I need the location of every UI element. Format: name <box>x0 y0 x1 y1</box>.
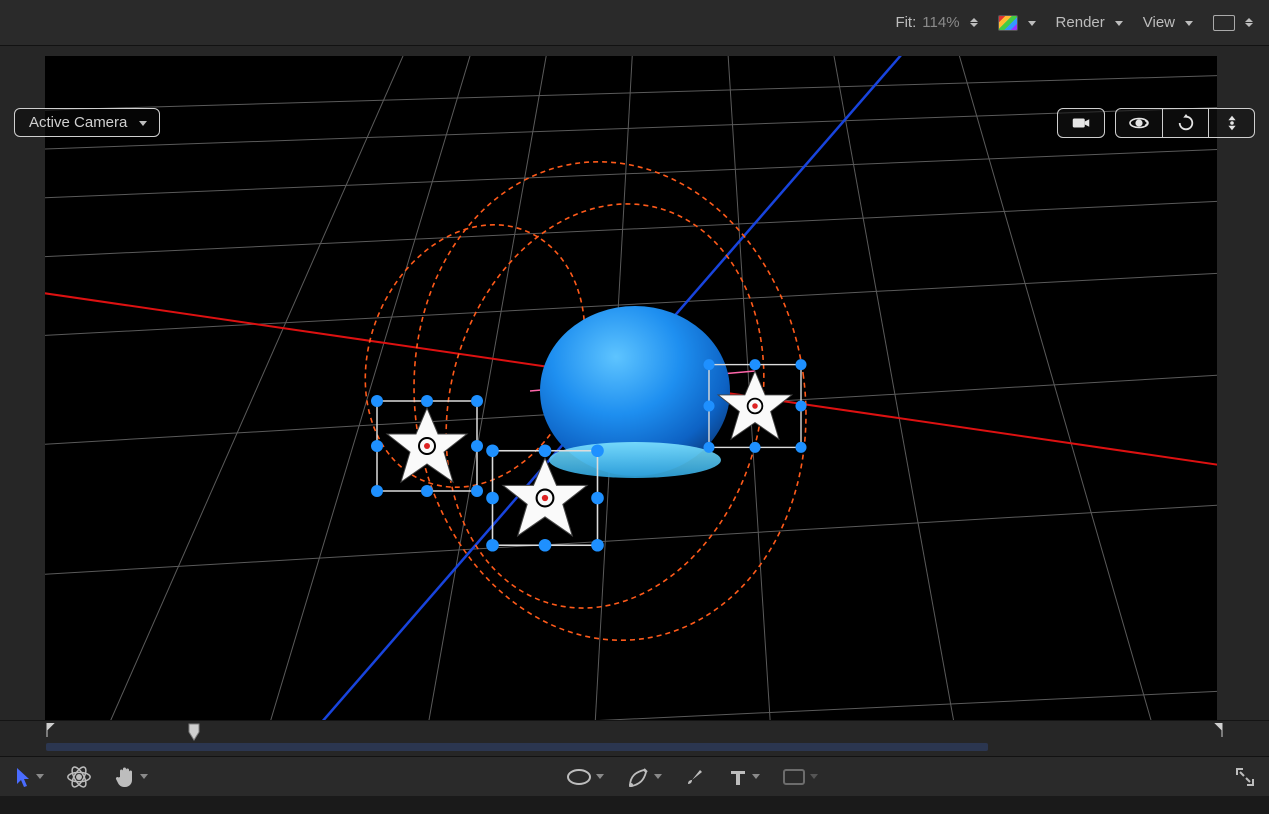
fit-value: 114% <box>922 14 959 31</box>
orbit-tool-button[interactable] <box>1116 109 1162 137</box>
3d-view-tools <box>1057 108 1255 138</box>
3d-transform-tool[interactable] <box>66 766 92 788</box>
frame-camera-button[interactable] <box>1057 108 1105 138</box>
chevron-down-icon <box>596 774 604 779</box>
timeline-clip-bar[interactable] <box>46 743 988 751</box>
chevron-down-icon <box>654 774 662 779</box>
chevron-down-icon <box>752 774 760 779</box>
channel-color-menu[interactable] <box>998 14 1036 31</box>
fullscreen-button[interactable] <box>1235 767 1255 787</box>
scene-render <box>45 56 1217 744</box>
pen-tool[interactable] <box>626 766 662 788</box>
chevron-down-icon <box>1024 14 1036 31</box>
3d-navigation-group <box>1115 108 1255 138</box>
stepper-icon <box>970 18 978 27</box>
viewer-area: Active Camera <box>0 46 1269 756</box>
view-label: View <box>1143 14 1175 31</box>
chevron-down-icon <box>36 774 44 779</box>
orbit-icon <box>1128 114 1150 132</box>
view-menu[interactable]: View <box>1143 14 1193 31</box>
dolly-tool-button[interactable] <box>1208 109 1254 137</box>
chevron-down-icon <box>140 774 148 779</box>
select-tool[interactable] <box>14 766 44 788</box>
shape-tool[interactable] <box>566 768 604 786</box>
background-color-control[interactable] <box>1213 15 1253 31</box>
camera-view-menu[interactable]: Active Camera <box>14 108 160 137</box>
pen-icon <box>626 766 650 788</box>
fit-zoom-control[interactable]: Fit: 114% <box>895 14 977 31</box>
render-menu[interactable]: Render <box>1056 14 1123 31</box>
chevron-down-icon <box>135 114 147 131</box>
paint-stroke-tool[interactable] <box>684 766 706 788</box>
vertical-arrows-icon <box>1224 114 1240 132</box>
stepper-icon <box>1245 18 1253 27</box>
expand-icon <box>1235 767 1255 787</box>
mask-tool[interactable] <box>782 768 818 786</box>
chevron-down-icon <box>1181 14 1193 31</box>
rainbow-swatch-icon <box>998 15 1018 31</box>
fit-label: Fit: <box>895 14 916 31</box>
pan-canvas-tool[interactable] <box>114 766 148 788</box>
mini-timeline[interactable] <box>0 720 1269 756</box>
canvas-3d-viewport[interactable] <box>45 56 1217 744</box>
pointer-icon <box>14 766 32 788</box>
pan-tool-button[interactable] <box>1162 109 1208 137</box>
text-tool[interactable] <box>728 767 760 787</box>
brush-icon <box>684 766 706 788</box>
camera-icon <box>1072 116 1090 130</box>
ellipse-icon <box>566 768 592 786</box>
timeline-track[interactable] <box>46 721 1223 756</box>
bg-swatch-icon <box>1213 15 1235 31</box>
chevron-down-icon <box>1111 14 1123 31</box>
render-label: Render <box>1056 14 1105 31</box>
camera-view-label: Active Camera <box>29 114 127 131</box>
text-icon <box>728 767 748 787</box>
hand-icon <box>114 766 136 788</box>
rotate-arrow-icon <box>1176 114 1196 132</box>
canvas-toolbar <box>0 756 1269 796</box>
atom-icon <box>66 766 92 788</box>
chevron-down-icon <box>810 774 818 779</box>
viewer-options-bar: Fit: 114% Render View <box>0 0 1269 46</box>
rectangle-mask-icon <box>782 768 806 786</box>
